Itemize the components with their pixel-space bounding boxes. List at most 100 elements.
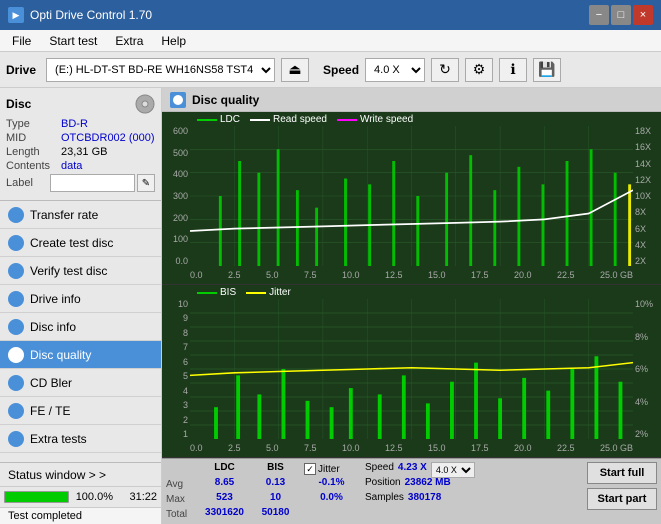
nav-icon-cd-bler (8, 375, 24, 391)
label-input[interactable] (50, 174, 135, 192)
toolbar: Drive (E:) HL-DT-ST BD-RE WH16NS58 TST4 … (0, 52, 661, 88)
jitter-total (304, 507, 359, 521)
total-label: Total (166, 507, 196, 521)
nav-label-fe-te: FE / TE (30, 404, 70, 418)
samples-label: Samples (365, 492, 404, 506)
menu-extra[interactable]: Extra (107, 32, 151, 50)
bis-max: 10 (253, 492, 298, 506)
nav-items: Transfer rate Create test disc Verify te… (0, 201, 161, 462)
chart2-legend: BIS Jitter (197, 287, 291, 298)
chart1-legend: LDC Read speed Write speed (197, 114, 413, 125)
nav-label-disc-info: Disc info (30, 320, 76, 334)
status-text: Test completed (0, 507, 161, 524)
chart2-area (190, 299, 633, 439)
speed-stat-select[interactable]: 4.0 X (431, 462, 475, 478)
settings-button[interactable]: ⚙ (465, 58, 493, 82)
titlebar: ▶ Opti Drive Control 1.70 − □ × (0, 0, 661, 30)
menubar: File Start test Extra Help (0, 30, 661, 52)
samples-value: 380178 (408, 492, 441, 506)
jitter-checkbox[interactable]: ✓ (304, 463, 316, 475)
jitter-max: 0.0% (304, 492, 359, 506)
jitter-header: Jitter (318, 464, 340, 475)
label-label: Label (6, 177, 50, 189)
mid-value: OTCBDR002 (000) (61, 132, 155, 144)
nav-item-drive-info[interactable]: Drive info (0, 285, 161, 313)
nav-icon-create-test-disc (8, 235, 24, 251)
nav-item-transfer-rate[interactable]: Transfer rate (0, 201, 161, 229)
disc-icon (135, 94, 155, 114)
refresh-button[interactable]: ↻ (431, 58, 459, 82)
length-label: Length (6, 146, 61, 158)
nav-icon-disc-info (8, 319, 24, 335)
disc-title: Disc (6, 97, 31, 111)
menu-start-test[interactable]: Start test (41, 32, 105, 50)
nav-icon-drive-info (8, 291, 24, 307)
content-title: Disc quality (192, 93, 259, 107)
chart1-svg (190, 126, 633, 266)
drive-label: Drive (6, 63, 36, 77)
progress-bar-background (4, 491, 69, 503)
nav-label-disc-quality: Disc quality (30, 348, 91, 362)
bis-header: BIS (253, 462, 298, 476)
app-icon: ▶ (8, 7, 24, 23)
nav-label-create-test-disc: Create test disc (30, 236, 113, 250)
speed-stat-label: Speed (365, 462, 394, 476)
position-value: 23862 MB (405, 477, 451, 491)
drive-select[interactable]: (E:) HL-DT-ST BD-RE WH16NS58 TST4 (46, 58, 275, 82)
chart1-area (190, 126, 633, 266)
app-title: Opti Drive Control 1.70 (30, 8, 152, 22)
content-area: Disc quality LDC Read speed Write speed … (162, 88, 661, 524)
progress-text: 100.0% (73, 491, 113, 503)
nav-label-cd-bler: CD Bler (30, 376, 72, 390)
start-full-button[interactable]: Start full (587, 462, 657, 484)
nav-icon-disc-quality (8, 347, 24, 363)
nav-item-disc-quality[interactable]: Disc quality (0, 341, 161, 369)
nav-item-verify-test-disc[interactable]: Verify test disc (0, 257, 161, 285)
sidebar: Disc Type BD-R MID OTCBDR002 (000) Lengt… (0, 88, 162, 524)
bis-avg: 0.13 (253, 477, 298, 491)
start-part-button[interactable]: Start part (587, 488, 657, 510)
progress-bar-fill (5, 492, 68, 502)
nav-item-extra-tests[interactable]: Extra tests (0, 425, 161, 453)
content-header-icon (170, 92, 186, 108)
nav-item-disc-info[interactable]: Disc info (0, 313, 161, 341)
type-label: Type (6, 118, 61, 130)
label-button[interactable]: ✎ (137, 174, 155, 192)
ldc-header: LDC (202, 462, 247, 476)
eject-button[interactable]: ⏏ (281, 58, 309, 82)
info-button[interactable]: ℹ (499, 58, 527, 82)
length-value: 23,31 GB (61, 146, 107, 158)
close-button[interactable]: × (633, 5, 653, 25)
nav-item-fe-te[interactable]: FE / TE (0, 397, 161, 425)
nav-icon-transfer-rate (8, 207, 24, 223)
charts-container: LDC Read speed Write speed 600 500 400 3… (162, 112, 661, 524)
progress-time: 31:22 (117, 491, 157, 503)
speed-label: Speed (323, 63, 359, 77)
nav-label-drive-info: Drive info (30, 292, 81, 306)
ldc-total: 3301620 (202, 507, 247, 521)
menu-file[interactable]: File (4, 32, 39, 50)
ldc-avg: 8.65 (202, 477, 247, 491)
nav-icon-verify-test-disc (8, 263, 24, 279)
bis-total: 50180 (253, 507, 298, 521)
nav-item-cd-bler[interactable]: CD Bler (0, 369, 161, 397)
progress-row: 100.0% 31:22 (0, 487, 161, 507)
mid-label: MID (6, 132, 61, 144)
status-window-label: Status window > > (8, 468, 106, 482)
save-button[interactable]: 💾 (533, 58, 561, 82)
contents-label: Contents (6, 160, 61, 172)
speed-stat-value: 4.23 X (398, 462, 427, 476)
speed-select[interactable]: 4.0 X (365, 58, 425, 82)
minimize-button[interactable]: − (589, 5, 609, 25)
nav-label-verify-test-disc: Verify test disc (30, 264, 107, 278)
status-bar: Status window > > 100.0% 31:22 Test comp… (0, 462, 161, 524)
stats-bar: Avg Max Total LDC 8.65 523 3301620 BIS 0… (162, 458, 661, 524)
nav-icon-fe-te (8, 403, 24, 419)
nav-item-create-test-disc[interactable]: Create test disc (0, 229, 161, 257)
menu-help[interactable]: Help (153, 32, 194, 50)
chart-ldc: LDC Read speed Write speed 600 500 400 3… (162, 112, 661, 285)
disc-panel: Disc Type BD-R MID OTCBDR002 (000) Lengt… (0, 88, 161, 201)
status-window-button[interactable]: Status window > > (0, 463, 161, 487)
maximize-button[interactable]: □ (611, 5, 631, 25)
chart-bis: BIS Jitter 10 9 8 7 6 5 4 3 2 1 (162, 285, 661, 458)
